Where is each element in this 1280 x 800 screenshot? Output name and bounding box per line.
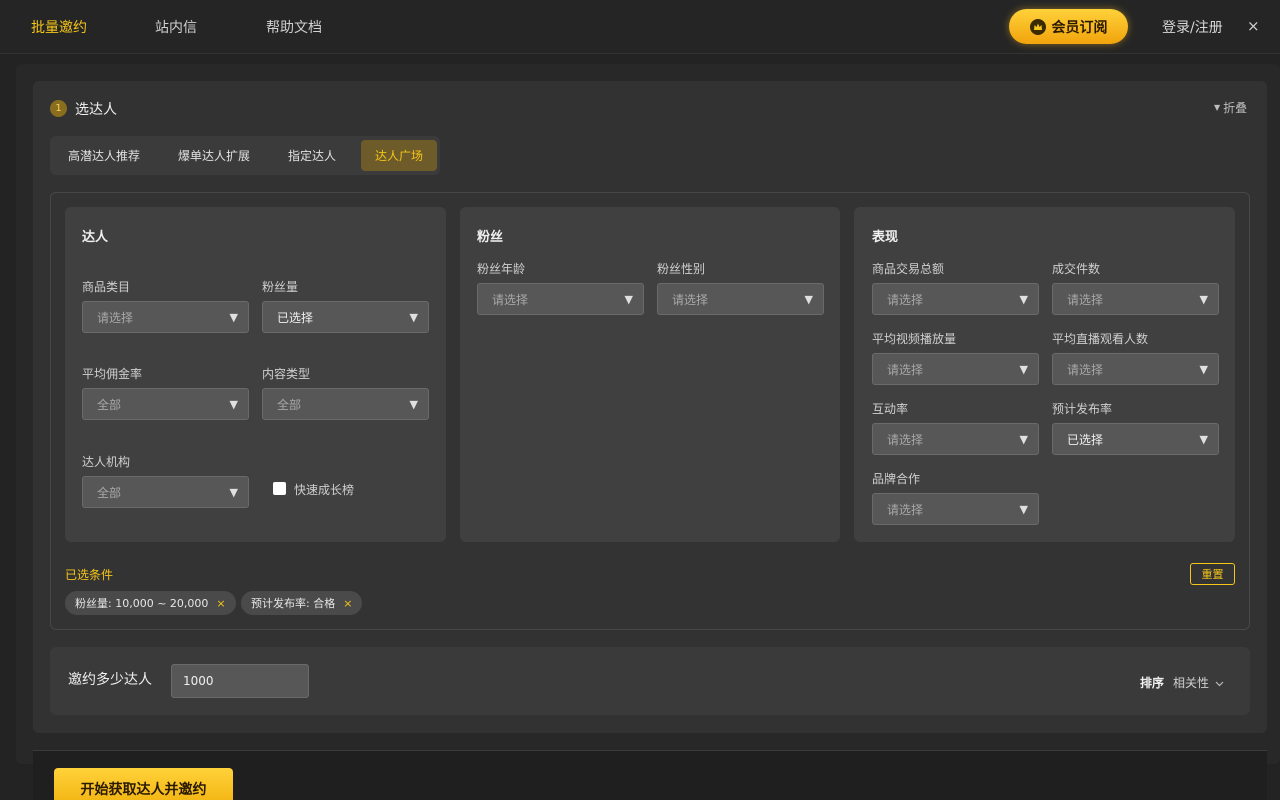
commission-label: 平均佣金率 [82,367,143,381]
creator-panel-title: 达人 [82,230,109,245]
collapse-label: 折叠 [1223,101,1248,115]
caret-down-icon: ▼ [229,311,238,324]
sort-label: 排序 [1140,676,1165,690]
fan-age-select[interactable]: 请选择 ▼ [477,283,644,315]
start-invite-button[interactable]: 开始获取达人并邀约 [54,768,233,800]
login-register-link[interactable]: 登录/注册 [1162,17,1223,37]
step-title: 选达人 [75,102,117,118]
vip-subscribe-button[interactable]: 会员订阅 [1009,9,1128,44]
condition-chip: 粉丝量: 10,000 ~ 20,000 × [65,591,236,615]
tab-specified[interactable]: 指定达人 [274,140,350,171]
caret-down-icon: ▼ [1199,363,1208,376]
fan-gender-label: 粉丝性别 [657,262,706,276]
caret-down-icon: ▼ [1019,293,1028,306]
brand-collab-label: 品牌合作 [872,472,921,486]
fan-gender-value: 请选择 [672,292,709,307]
caret-down-icon: ▼ [229,398,238,411]
fan-gender-select[interactable]: 请选择 ▼ [657,283,824,315]
category-select[interactable]: 请选择 ▼ [82,301,249,333]
live-viewers-select[interactable]: 请选择 ▼ [1052,353,1219,385]
fan-age-label: 粉丝年龄 [477,262,526,276]
orders-label: 成交件数 [1052,262,1101,276]
engagement-select[interactable]: 请选择 ▼ [872,423,1039,455]
vip-label: 会员订阅 [1051,19,1108,36]
caret-down-icon: ▼ [1019,363,1028,376]
engagement-value: 请选择 [887,432,924,447]
tab-high-potential[interactable]: 高潜达人推荐 [54,140,154,171]
caret-down-icon: ▼ [409,311,418,324]
agency-value: 全部 [97,485,122,500]
source-tabs: 高潜达人推荐 爆单达人扩展 指定达人 达人广场 [50,136,440,175]
invite-count-input[interactable] [171,664,309,698]
chevron-down-icon [1215,676,1224,690]
video-views-label: 平均视频播放量 [872,332,957,346]
collapse-toggle[interactable]: ▼ 折叠 [1214,99,1247,116]
remove-chip-icon[interactable]: × [343,597,352,610]
tab-hot-expansion[interactable]: 爆单达人扩展 [164,140,264,171]
caret-down-icon: ▼ [1214,103,1221,112]
content-type-label: 内容类型 [262,367,311,381]
commission-value: 全部 [97,397,122,412]
video-views-value: 请选择 [887,362,924,377]
fans-select[interactable]: 已选择 ▼ [262,301,429,333]
engagement-label: 互动率 [872,402,909,416]
fast-growth-label: 快速成长榜 [294,483,355,497]
caret-down-icon: ▼ [229,486,238,499]
agency-label: 达人机构 [82,455,131,469]
chip-label: 预计发布率: 合格 [251,597,336,610]
orders-select[interactable]: 请选择 ▼ [1052,283,1219,315]
commission-select[interactable]: 全部 ▼ [82,388,249,420]
fans-panel-title: 粉丝 [477,230,504,245]
video-views-select[interactable]: 请选择 ▼ [872,353,1039,385]
publish-rate-select[interactable]: 已选择 ▼ [1052,423,1219,455]
gmv-value: 请选择 [887,292,924,307]
orders-value: 请选择 [1067,292,1104,307]
tab-creator-square[interactable]: 达人广场 [361,140,437,171]
fans-label: 粉丝量 [262,280,299,294]
reset-button[interactable]: 重置 [1190,563,1235,585]
remove-chip-icon[interactable]: × [216,597,225,610]
category-value: 请选择 [97,310,134,325]
nav-batch-invite[interactable]: 批量邀约 [31,17,87,37]
close-icon[interactable]: × [1247,17,1260,35]
fans-panel [460,207,840,542]
caret-down-icon: ▼ [1199,293,1208,306]
caret-down-icon: ▼ [1199,433,1208,446]
step-number-badge: 1 [50,100,67,117]
chip-label: 粉丝量: 10,000 ~ 20,000 [75,597,209,610]
sort-value: 相关性 [1173,676,1210,690]
fans-value: 已选择 [277,310,314,325]
sort-select[interactable]: 相关性 [1173,674,1224,691]
brand-collab-value: 请选择 [887,502,924,517]
agency-select[interactable]: 全部 ▼ [82,476,249,508]
live-viewers-label: 平均直播观看人数 [1052,332,1149,346]
fast-growth-checkbox[interactable] [273,482,286,495]
publish-rate-value: 已选择 [1067,432,1104,447]
caret-down-icon: ▼ [1019,433,1028,446]
gmv-label: 商品交易总额 [872,262,945,276]
content-type-value: 全部 [277,397,302,412]
nav-messages[interactable]: 站内信 [155,17,197,37]
gmv-select[interactable]: 请选择 ▼ [872,283,1039,315]
nav-help-docs[interactable]: 帮助文档 [266,17,322,37]
selected-conditions-label: 已选条件 [65,568,114,582]
caret-down-icon: ▼ [1019,503,1028,516]
performance-panel-title: 表现 [872,230,899,245]
fan-age-value: 请选择 [492,292,529,307]
content-type-select[interactable]: 全部 ▼ [262,388,429,420]
invite-count-label: 邀约多少达人 [68,672,152,688]
crown-icon [1029,18,1046,35]
caret-down-icon: ▼ [409,398,418,411]
condition-chip: 预计发布率: 合格 × [241,591,363,615]
caret-down-icon: ▼ [624,293,633,306]
category-label: 商品类目 [82,280,131,294]
caret-down-icon: ▼ [804,293,813,306]
brand-collab-select[interactable]: 请选择 ▼ [872,493,1039,525]
live-viewers-value: 请选择 [1067,362,1104,377]
publish-rate-label: 预计发布率 [1052,402,1113,416]
